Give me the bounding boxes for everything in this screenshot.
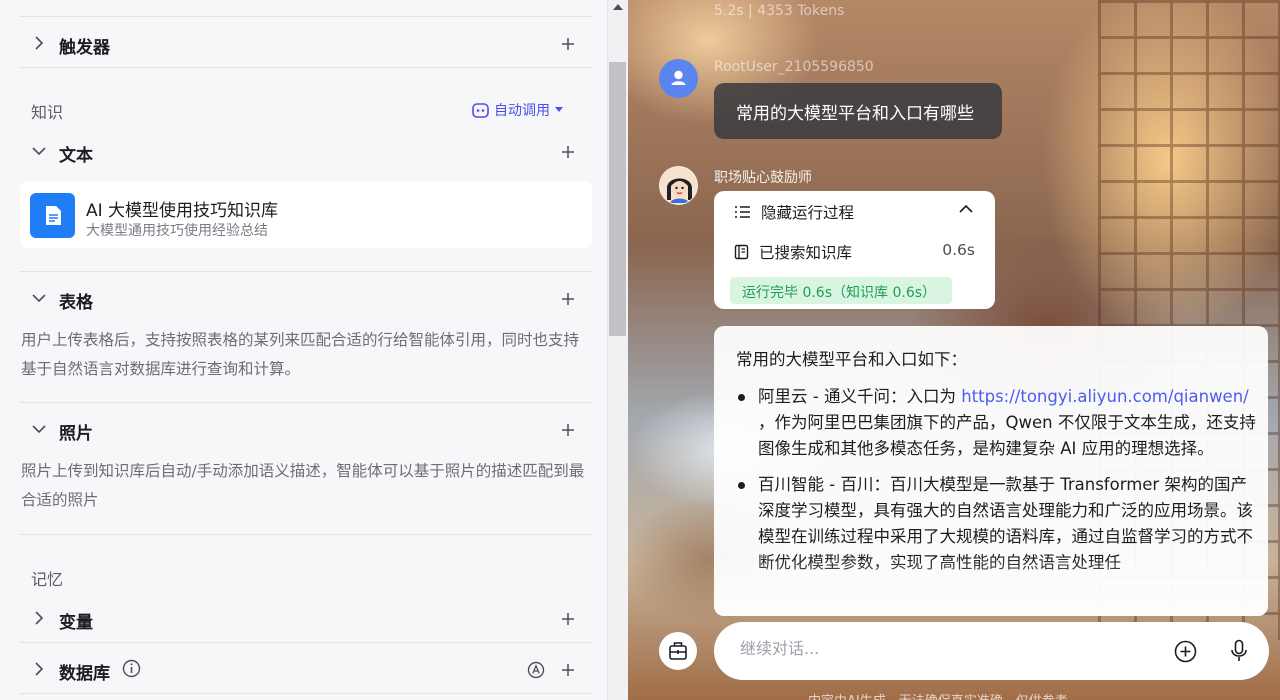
divider <box>20 642 592 643</box>
divider <box>20 402 592 403</box>
scrollbar-thumb[interactable] <box>609 62 626 336</box>
user-message-bubble: 常用的大模型平台和入口有哪些 <box>714 83 1002 139</box>
searched-knowledge-time: 0.6s <box>942 241 975 259</box>
chat-input[interactable] <box>740 639 1140 658</box>
bot-config-panel: 触发器 知识 自动调用 文本 AI 大模型使用技巧知识库 大模型通用技巧使用经验… <box>0 0 628 700</box>
hide-run-process-label: 隐藏运行过程 <box>761 204 855 222</box>
photo-knowledge-desc: 照片上传到知识库后自动/手动添加语义描述，智能体可以基于照片的描述匹配到最合适的… <box>21 462 585 509</box>
chevron-right-icon[interactable] <box>31 610 47 626</box>
list-icon <box>735 206 750 218</box>
table-knowledge-label[interactable]: 表格 <box>59 288 93 313</box>
hide-run-process-toggle[interactable]: 隐藏运行过程 <box>734 201 854 223</box>
bot-answer-bubble: 常用的大模型平台和入口如下： 阿里云 - 通义千问：入口为 https://to… <box>714 326 1268 616</box>
divider <box>20 693 592 694</box>
answer-intro: 常用的大模型平台和入口如下： <box>736 350 967 369</box>
add-trigger-icon[interactable] <box>561 37 575 51</box>
answer-list-item: 阿里云 - 通义千问：入口为 https://tongyi.aliyun.com… <box>736 384 1256 462</box>
toolbox-icon <box>669 642 687 660</box>
ai-disclaimer: 内容由AI生成，无法确保真实准确，仅供参考 <box>808 690 1068 700</box>
bot-name: 职场贴心鼓励师 <box>714 170 812 186</box>
microphone-icon[interactable] <box>1230 639 1248 663</box>
scroll-up-arrow-icon[interactable] <box>613 4 623 10</box>
info-icon[interactable] <box>122 659 141 678</box>
add-text-knowledge-icon[interactable] <box>561 145 575 159</box>
divider <box>20 534 592 535</box>
knowledge-section-label: 知识 <box>31 103 64 122</box>
auto-call-label: 自动调用 <box>494 103 550 119</box>
knowledge-base-card[interactable]: AI 大模型使用技巧知识库 大模型通用技巧使用经验总结 <box>20 181 592 248</box>
toolbox-button[interactable] <box>659 632 697 670</box>
add-variable-icon[interactable] <box>561 612 575 626</box>
knowledge-base-name: AI 大模型使用技巧知识库 <box>86 201 279 221</box>
divider <box>20 271 592 272</box>
divider <box>20 16 592 17</box>
chat-input-container <box>714 622 1269 680</box>
answer-item-text: ，作为阿里巴巴集团旗下的产品，Qwen 不仅限于文本生成，还支持图像生成和其他多… <box>758 413 1256 458</box>
user-avatar <box>659 59 698 98</box>
answer-item-text: 阿里云 - 通义千问：入口为 <box>758 387 962 406</box>
knowledge-base-desc: 大模型通用技巧使用经验总结 <box>86 223 268 239</box>
run-complete-badge: 运行完毕 0.6s（知识库 0.6s） <box>730 277 952 304</box>
tongyi-link[interactable]: https://tongyi.aliyun.com/qianwen/ <box>961 387 1249 406</box>
auto-mode-icon[interactable] <box>527 661 545 679</box>
auto-call-dropdown[interactable]: 自动调用 <box>472 100 563 120</box>
run-process-card: 隐藏运行过程 已搜索知识库 0.6s 运行完毕 0.6s（知识库 0.6s） <box>714 191 995 309</box>
chevron-down-icon[interactable] <box>31 421 47 437</box>
user-name: RootUser_2105596850 <box>714 59 874 75</box>
user-icon <box>671 70 686 85</box>
document-icon <box>30 193 75 238</box>
knowledge-doc-icon <box>734 244 749 260</box>
caret-down-icon <box>555 107 563 112</box>
bot-avatar-illustration <box>660 167 697 204</box>
memory-section-label: 记忆 <box>31 570 64 589</box>
add-attachment-icon[interactable] <box>1174 640 1197 663</box>
photo-knowledge-label[interactable]: 照片 <box>59 419 93 444</box>
searched-knowledge-row: 已搜索知识库 <box>734 241 852 263</box>
chevron-down-icon[interactable] <box>31 143 47 159</box>
chevron-down-icon[interactable] <box>31 290 47 306</box>
chevron-right-icon[interactable] <box>31 35 47 51</box>
text-knowledge-label[interactable]: 文本 <box>59 141 93 166</box>
table-knowledge-desc: 用户上传表格后，支持按照表格的某列来匹配合适的行给智能体引用，同时也支持基于自然… <box>21 331 580 378</box>
add-photo-knowledge-icon[interactable] <box>561 423 575 437</box>
variables-label[interactable]: 变量 <box>59 608 93 633</box>
chat-preview-panel: 5.2s | 4353 Tokens RootUser_2105596850 常… <box>628 0 1280 700</box>
answer-fade-overlay <box>714 556 1268 616</box>
add-database-icon[interactable] <box>561 663 575 677</box>
searched-knowledge-label: 已搜索知识库 <box>759 244 853 262</box>
config-scroll-area: 触发器 知识 自动调用 文本 AI 大模型使用技巧知识库 大模型通用技巧使用经验… <box>0 0 607 700</box>
chevron-right-icon[interactable] <box>31 661 47 677</box>
add-table-knowledge-icon[interactable] <box>561 292 575 306</box>
database-label[interactable]: 数据库 <box>59 659 110 684</box>
triggers-label[interactable]: 触发器 <box>59 33 110 58</box>
chevron-up-icon[interactable] <box>959 204 973 214</box>
divider <box>20 67 592 68</box>
bot-avatar <box>659 166 698 205</box>
robot-icon <box>472 102 489 118</box>
previous-run-stats: 5.2s | 4353 Tokens <box>714 3 845 19</box>
